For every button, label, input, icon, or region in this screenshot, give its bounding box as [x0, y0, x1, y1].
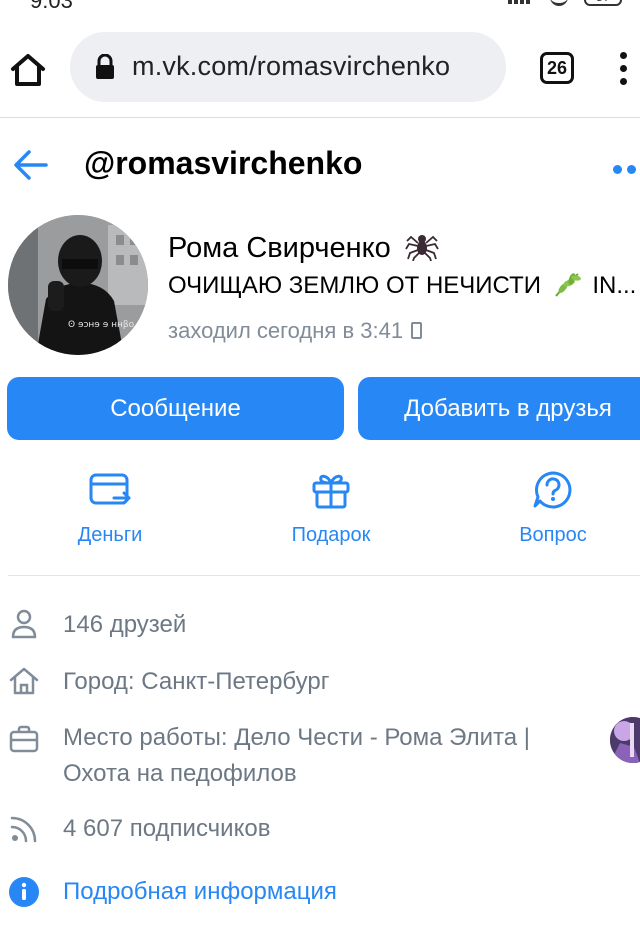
last-seen: заходил сегодня в 3:41	[168, 318, 423, 344]
leaf-icon	[554, 273, 581, 297]
card-icon	[89, 473, 131, 505]
user-icon	[11, 609, 37, 639]
divider	[8, 575, 640, 576]
browser-toolbar: m.vk.com/romasvirchenko 26	[0, 14, 640, 118]
signal-icon	[508, 0, 534, 8]
address-bar[interactable]: m.vk.com/romasvirchenko	[70, 32, 506, 102]
url-text: m.vk.com/romasvirchenko	[132, 51, 451, 81]
back-arrow-icon[interactable]	[12, 148, 50, 182]
avatar-shirt-print: ʘ ɘɔʜɘ ɘ ʜʜβo	[68, 320, 135, 330]
avatar[interactable]: ʘ ɘɔʜɘ ɘ ʜʜβo	[8, 215, 148, 355]
question-icon	[533, 471, 572, 509]
gift-icon	[312, 474, 350, 509]
profile-status: ОЧИЩАЮ ЗЕМЛЮ ОТ НЕЧИСТИ IN...	[168, 270, 640, 300]
vk-profile-page: 9:03 87 m.vk.com/romasvirchenko 26 @roma…	[0, 0, 640, 927]
more-info-link[interactable]: Подробная информация	[63, 874, 337, 909]
page-title: @romasvirchenko	[84, 145, 363, 181]
more-options-icon[interactable]	[613, 161, 640, 174]
gift-action[interactable]: Подарок	[266, 470, 396, 547]
money-label: Деньги	[77, 524, 143, 546]
work-text-line2: Охота на педофилов	[63, 760, 297, 787]
wifi-icon	[550, 0, 568, 6]
last-seen-text: заходил сегодня в 3:41	[168, 318, 404, 343]
money-action[interactable]: Деньги	[45, 470, 175, 547]
mobile-device-icon	[411, 322, 423, 339]
rss-icon	[10, 816, 37, 843]
status-bar: 9:03 87	[0, 0, 640, 13]
friends-count: 146 друзей	[63, 611, 187, 638]
add-friend-button[interactable]: Добавить в друзья	[358, 377, 640, 440]
avatar-photo: ʘ ɘɔʜɘ ɘ ʜʜβo	[8, 215, 148, 355]
spider-icon	[405, 235, 439, 261]
info-icon	[9, 877, 39, 907]
work-group-photo	[610, 717, 640, 763]
city-text: Город: Санкт-Петербург	[63, 668, 330, 695]
battery-icon: 87	[584, 0, 622, 6]
profile-name-text: Рома Свирченко	[168, 232, 391, 264]
message-button[interactable]: Сообщение	[7, 377, 344, 440]
subscribers-count: 4 607 подписчиков	[63, 815, 271, 842]
lock-icon	[96, 54, 114, 79]
status-time: 9:03	[30, 0, 73, 13]
gift-label: Подарок	[291, 524, 371, 546]
question-action[interactable]: Вопрос	[488, 470, 618, 547]
home-outline-icon	[9, 667, 39, 695]
work-group-avatar[interactable]	[610, 717, 640, 763]
briefcase-icon	[9, 725, 39, 753]
profile-name: Рома Свирченко	[168, 229, 439, 265]
status-text: ОЧИЩАЮ ЗЕМЛЮ ОТ НЕЧИСТИ	[168, 272, 541, 299]
tab-count-button[interactable]: 26	[540, 52, 574, 84]
browser-menu-icon[interactable]	[620, 52, 628, 90]
home-icon[interactable]	[8, 52, 48, 88]
work-text-line1: Место работы: Дело Чести - Рома Элита |	[63, 724, 531, 751]
status-text-tail: IN...	[592, 272, 637, 299]
question-label: Вопрос	[519, 524, 587, 546]
